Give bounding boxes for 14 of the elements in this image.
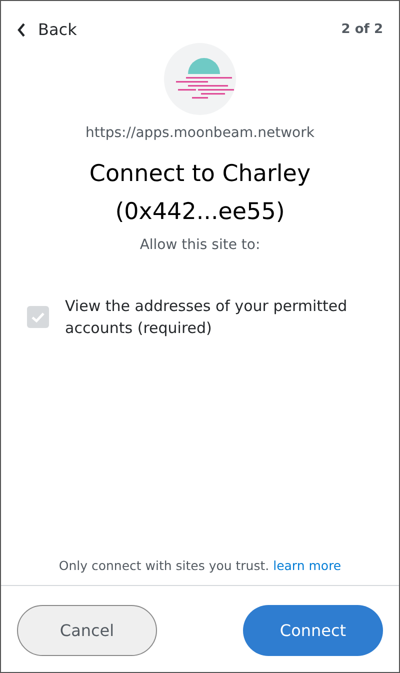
- learn-more-link[interactable]: learn more: [273, 558, 342, 573]
- account-address: (0x442...ee55): [115, 198, 285, 227]
- back-link[interactable]: Back: [17, 20, 77, 39]
- trust-note: Only connect with sites you trust. learn more: [58, 558, 342, 575]
- page-indicator: 2 of 2: [341, 22, 383, 37]
- permission-label: View the addresses of your permitted accounts (required): [65, 296, 348, 339]
- permission-subtitle: Allow this site to:: [140, 237, 260, 253]
- site-logo-icon: [164, 43, 236, 115]
- cancel-button[interactable]: Cancel: [17, 605, 157, 656]
- chevron-left-icon: [17, 22, 26, 36]
- site-url: https://apps.moonbeam.network: [86, 125, 314, 141]
- checkmark-icon: [31, 312, 45, 322]
- connect-title: Connect to Charley: [89, 160, 311, 189]
- connect-button[interactable]: Connect: [243, 605, 383, 656]
